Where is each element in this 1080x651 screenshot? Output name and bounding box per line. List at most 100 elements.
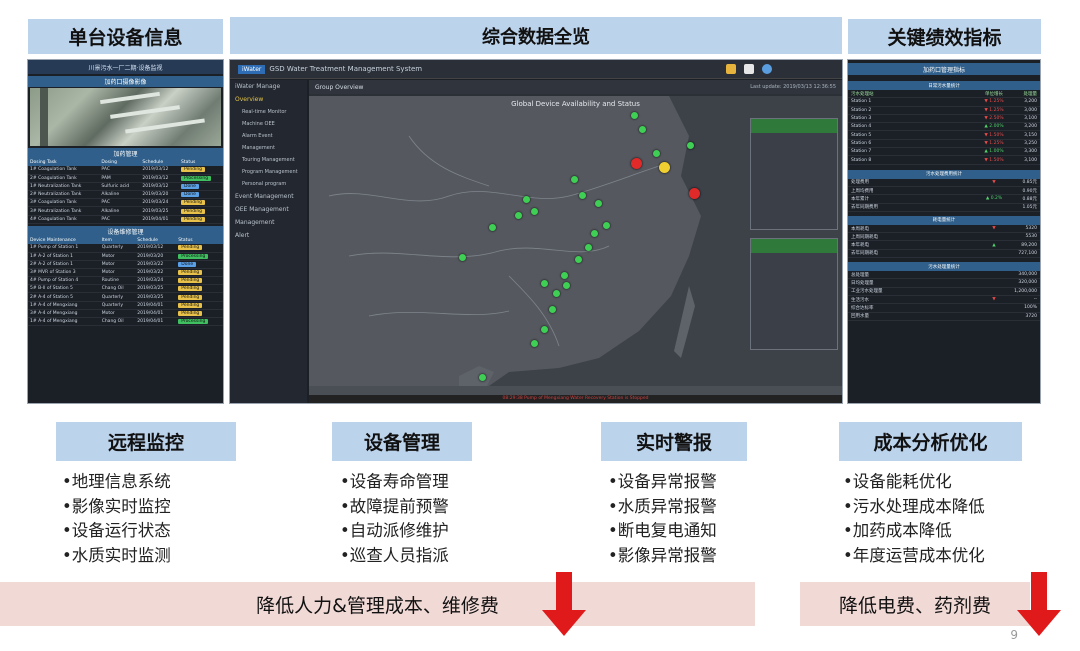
mail-icon[interactable]	[744, 64, 754, 74]
station-marker[interactable]	[571, 176, 578, 183]
kpi-header: 关键绩效指标	[848, 19, 1041, 54]
dosing-task-row[interactable]: 2# Neutralization Tank Alkaline 2019/03/20…	[28, 190, 223, 200]
station-marker[interactable]	[561, 272, 568, 279]
sidebar-item[interactable]: Real-time Monitor	[230, 106, 307, 118]
station-marker[interactable]	[689, 188, 700, 199]
station-marker[interactable]	[541, 280, 548, 287]
table-header-cell: Dosing	[99, 159, 141, 166]
feature-item: •故障提前预警	[340, 496, 449, 516]
status-cell: Pending	[179, 166, 223, 175]
station-row: Station 1 ▼ 1.25% 3,200	[848, 98, 1040, 107]
station-marker[interactable]	[459, 254, 466, 261]
maintenance-row[interactable]: 2# A-2 of Station 1 Motor 2019/03/22 Done	[28, 260, 223, 269]
station-marker[interactable]	[653, 150, 660, 157]
station-marker[interactable]	[595, 200, 602, 207]
station-marker[interactable]	[531, 340, 538, 347]
station-marker[interactable]	[549, 306, 556, 313]
station-marker[interactable]	[575, 256, 582, 263]
station-marker[interactable]	[603, 222, 610, 229]
station-marker[interactable]	[541, 326, 548, 333]
kpi-name: Station 6	[851, 140, 872, 146]
kpi-value: 3,100	[1024, 116, 1037, 122]
sidebar-item[interactable]: Overview	[230, 93, 307, 106]
maintenance-row[interactable]: 1# A-2 of Station 1 Motor 2019/03/20 Proces…	[28, 252, 223, 261]
station-marker[interactable]	[515, 212, 522, 219]
dosing-task-row[interactable]: 1# Neutralization Tank Sulfuric acid 2019/…	[28, 182, 223, 192]
dosing-task-row[interactable]: 1# Coagulation Tank PAC 2019/03/12 Pending	[28, 166, 223, 175]
table-cell: Sulfuric acid	[99, 182, 141, 192]
station-marker[interactable]	[523, 196, 530, 203]
sidebar-item[interactable]: Management	[230, 142, 307, 154]
user-icon[interactable]	[762, 64, 772, 74]
kpi-name: 工业污水处理量	[851, 289, 883, 295]
table-cell: 2019/03/12	[140, 166, 180, 175]
system-title: GSD Water Treatment Management System	[269, 65, 423, 73]
cart-icon[interactable]	[726, 64, 736, 74]
status-cell: Processing	[176, 252, 223, 261]
kpi-section-power-label: 耗电量统计	[932, 218, 956, 224]
maintenance-row[interactable]: 1# A-4 of Mengxiang Quarterly 2019/04/01 Pe…	[28, 301, 223, 310]
feature-item: •巡查人员指派	[340, 545, 449, 565]
table-cell: 2# A-4 of Station 5	[28, 292, 100, 302]
station-marker[interactable]	[639, 126, 646, 133]
station-marker[interactable]	[659, 162, 670, 173]
sidebar-item[interactable]: Machine OEE	[230, 118, 307, 130]
sidebar-item[interactable]: Alert	[230, 229, 307, 242]
table-cell: 2019/04/01	[140, 215, 180, 224]
dosing-task-row[interactable]: 3# Coagulation Tank PAC 2019/03/24 Pending	[28, 198, 223, 208]
feature-item: •自动派修维护	[340, 521, 449, 540]
kpi-delta: ▼	[992, 297, 996, 303]
station-marker[interactable]	[631, 112, 638, 119]
table-cell: 2019/04/01	[135, 301, 177, 310]
device-map[interactable]: Global Device Availability and Status	[309, 96, 842, 395]
kpi-value: 3,150	[1024, 132, 1037, 138]
maintenance-row[interactable]: 1# A-4 of Mengxiang Chang Oil 2019/04/01 Pr…	[28, 317, 223, 327]
maintenance-row[interactable]: 3# MVR of Station 3 Motor 2019/03/22 Pendin…	[28, 268, 223, 278]
station-marker[interactable]	[531, 208, 538, 215]
station-marker[interactable]	[591, 230, 598, 237]
feature-cost-title: 成本分析优化	[839, 422, 1022, 461]
status-cell: Pending	[176, 268, 223, 278]
sidebar-item[interactable]: OEE Management	[230, 203, 307, 216]
feature-device-mgmt-title: 设备管理	[332, 422, 472, 461]
station-marker[interactable]	[631, 158, 642, 169]
kpi-name: Station 4	[851, 124, 872, 130]
kpi-name: Station 5	[851, 132, 872, 138]
kpi-delta: ▼ 1.50%	[984, 132, 1004, 138]
table-cell: Motor	[99, 268, 136, 278]
status-cell: Pending	[176, 284, 223, 294]
status-badge: Done	[181, 183, 199, 189]
station-marker[interactable]	[479, 374, 486, 381]
maintenance-title: 设备维修管理	[28, 225, 223, 237]
station-row: Station 6 ▼ 1.25% 3,250	[848, 140, 1040, 149]
maintenance-row[interactable]: 2# A-4 of Station 5 Quarterly 2019/03/25 Pe…	[28, 292, 223, 302]
station-marker[interactable]	[553, 290, 560, 297]
station-marker[interactable]	[585, 244, 592, 251]
maintenance-row[interactable]: 3# A-4 of Mengxiang Motor 2019/04/01 Pendin…	[28, 309, 223, 319]
maintenance-row[interactable]: 5# B-II of Station 5 Chang Oil 2019/03/25 P…	[28, 284, 223, 294]
station-marker[interactable]	[579, 192, 586, 199]
volume-row: 回用水量 3720	[848, 313, 1040, 321]
sidebar-item[interactable]: iWater Manage	[230, 80, 307, 93]
kpi-delta: ▼	[992, 226, 996, 231]
dosing-task-row[interactable]: 2# Coagulation Tank PAM 2019/03/12 Processi…	[28, 174, 223, 183]
station-marker[interactable]	[563, 282, 570, 289]
sidebar-item[interactable]: Event Management	[230, 190, 307, 203]
camera-feed-image[interactable]	[30, 88, 221, 146]
sidebar-item[interactable]: Program Management	[230, 166, 307, 178]
station-marker[interactable]	[489, 224, 496, 231]
dosing-task-row[interactable]: 4# Coagulation Tank PAC 2019/04/01 Pending	[28, 215, 223, 224]
dosing-task-row[interactable]: 3# Neutralization Tank Alkaline 2019/03/25…	[28, 206, 223, 216]
table-cell: 1# Pump of Station 1	[28, 243, 100, 253]
table-cell: 2019/03/25	[135, 292, 177, 302]
alert-ticker[interactable]: 08:29:38 Pump of Mengxiang Water Recover…	[309, 395, 842, 403]
sidebar-item[interactable]: Personal program	[230, 178, 307, 190]
sidebar-item[interactable]: Management	[230, 216, 307, 229]
maintenance-row[interactable]: 1# Pump of Station 1 Quarterly 2019/03/12 P…	[28, 243, 223, 253]
topbar-icons	[726, 64, 772, 74]
maintenance-row[interactable]: 4# Pump of Station 4 Routine 2019/03/24 Pen…	[28, 276, 223, 286]
station-marker[interactable]	[687, 142, 694, 149]
sidebar-item[interactable]: Touring Management	[230, 154, 307, 166]
kpi-panel-title: 加药口管理指标	[848, 63, 1040, 75]
sidebar-item[interactable]: Alarm Event	[230, 130, 307, 142]
